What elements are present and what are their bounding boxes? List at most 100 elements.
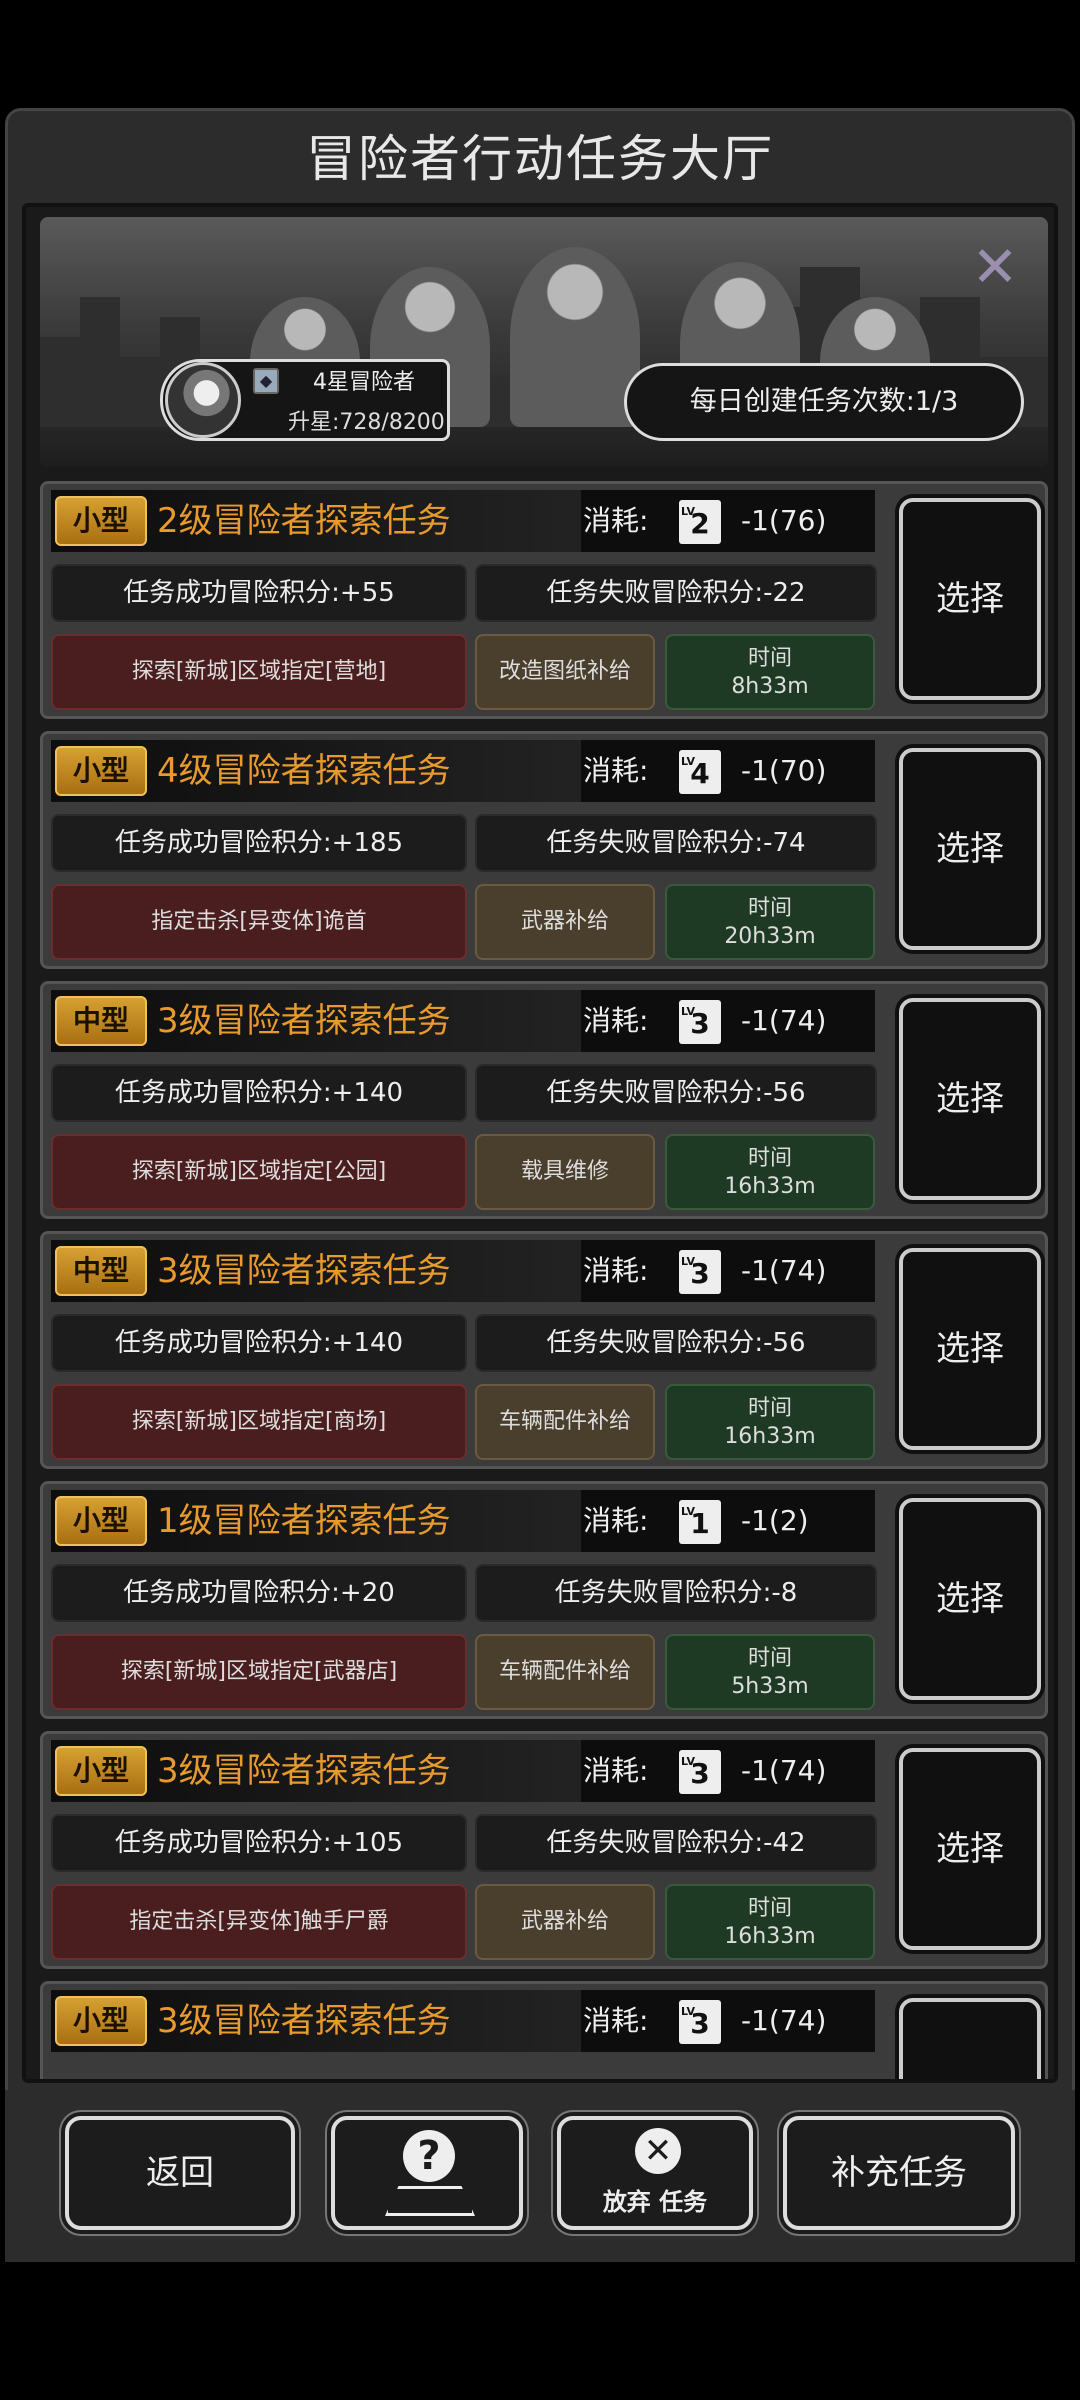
time-label: 时间: [747, 1646, 792, 1671]
cost-value: -1(2): [741, 1504, 809, 1537]
content-area: ✕ ◆ 4星冒险者 升星:728/8200 每日创建任务次数:1/3 小型 2级…: [22, 203, 1058, 2083]
bottom-bar: 返回 ? ✕ 放弃 任务 补充任务: [5, 2090, 1075, 2262]
back-button[interactable]: 返回: [65, 2116, 295, 2230]
cost-label: 消耗:: [583, 1004, 649, 1037]
task-target: 指定击杀[异变体]诡首: [51, 884, 467, 960]
time-label: 时间: [747, 646, 792, 671]
supply-task-button[interactable]: 补充任务: [783, 2116, 1015, 2230]
task-reward: 车辆配件补给: [475, 1634, 655, 1710]
cost-value: -1(74): [741, 1754, 827, 1787]
cost-label: 消耗:: [583, 2004, 649, 2037]
task-target: 探索[新城]区域指定[营地]: [51, 634, 467, 710]
task-header: 小型 1级冒险者探索任务 消耗: LV 1 -1(2): [51, 1490, 875, 1552]
cost-label: 消耗:: [583, 1754, 649, 1787]
task-size-badge: 小型: [55, 746, 147, 796]
cost-label: 消耗:: [583, 1504, 649, 1537]
task-size-badge: 小型: [55, 1746, 147, 1796]
level-card-icon: LV 3: [679, 2000, 721, 2044]
task-target: 指定击杀[异变体]触手尸爵: [51, 1884, 467, 1960]
question-icon: ?: [403, 2130, 455, 2182]
task-header: 中型 3级冒险者探索任务 消耗: LV 3 -1(74): [51, 1240, 875, 1302]
task-reward: 武器补给: [475, 1884, 655, 1960]
task-target: 探索[新城]区域指定[商场]: [51, 1384, 467, 1460]
task-size-badge: 小型: [55, 496, 147, 546]
task-title: 3级冒险者探索任务: [157, 2001, 451, 2041]
task-time: 时间 16h33m: [665, 1884, 875, 1960]
select-button[interactable]: 选择: [899, 748, 1041, 950]
select-button[interactable]: 选择: [899, 1498, 1041, 1700]
select-button[interactable]: 选择: [899, 498, 1041, 700]
time-value: 5h33m: [731, 1674, 809, 1699]
task-card: 小型 2级冒险者探索任务 消耗: LV 2 -1(76) 任务成功冒险积分:+55…: [40, 481, 1048, 719]
time-value: 16h33m: [724, 1174, 816, 1199]
time-value: 16h33m: [724, 1924, 816, 1949]
help-button[interactable]: ?: [331, 2116, 523, 2230]
task-card: 小型 4级冒险者探索任务 消耗: LV 4 -1(70) 任务成功冒险积分:+18…: [40, 731, 1048, 969]
success-points: 任务成功冒险积分:+55: [51, 564, 467, 622]
task-reward: 载具维修: [475, 1134, 655, 1210]
time-value: 20h33m: [724, 924, 816, 949]
time-value: 8h33m: [731, 674, 809, 699]
cost-value: -1(70): [741, 754, 827, 787]
cost-label: 消耗:: [583, 1254, 649, 1287]
task-list[interactable]: 小型 2级冒险者探索任务 消耗: LV 2 -1(76) 任务成功冒险积分:+55…: [40, 481, 1048, 2079]
cost-value: -1(76): [741, 504, 827, 537]
success-points: 任务成功冒险积分:+20: [51, 1564, 467, 1622]
fail-points: 任务失败冒险积分:-56: [475, 1314, 877, 1372]
select-button[interactable]: 选择: [899, 998, 1041, 1200]
cost-value: -1(74): [741, 1254, 827, 1287]
task-reward: 改造图纸补给: [475, 634, 655, 710]
fail-points: 任务失败冒险积分:-8: [475, 1564, 877, 1622]
fail-points: 任务失败冒险积分:-22: [475, 564, 877, 622]
select-button[interactable]: 选择: [899, 1248, 1041, 1450]
time-label: 时间: [747, 896, 792, 921]
rank-gem-icon: ◆: [253, 368, 279, 394]
task-card: 中型 3级冒险者探索任务 消耗: LV 3 -1(74) 任务成功冒险积分:+14…: [40, 981, 1048, 1219]
task-header: 小型 4级冒险者探索任务 消耗: LV 4 -1(70): [51, 740, 875, 802]
character-figure: [510, 247, 640, 427]
level-card-icon: LV 3: [679, 1750, 721, 1794]
task-title: 2级冒险者探索任务: [157, 501, 451, 541]
select-button[interactable]: 选择: [899, 1748, 1041, 1950]
task-time: 时间 5h33m: [665, 1634, 875, 1710]
fail-points: 任务失败冒险积分:-74: [475, 814, 877, 872]
level-card-icon: LV 1: [679, 1500, 721, 1544]
daily-create-count: 每日创建任务次数:1/3: [624, 363, 1024, 441]
task-time: 时间 8h33m: [665, 634, 875, 710]
task-time: 时间 16h33m: [665, 1134, 875, 1210]
task-title: 3级冒险者探索任务: [157, 1251, 451, 1291]
task-reward: 武器补给: [475, 884, 655, 960]
abandon-label: 放弃 任务: [602, 2188, 708, 2216]
task-title: 3级冒险者探索任务: [157, 1751, 451, 1791]
abandon-task-button[interactable]: ✕ 放弃 任务: [557, 2116, 753, 2230]
player-rank-box: ◆ 4星冒险者 升星:728/8200: [160, 359, 450, 441]
task-title: 3级冒险者探索任务: [157, 1001, 451, 1041]
select-button[interactable]: [899, 1998, 1041, 2079]
cost-label: 消耗:: [583, 754, 649, 787]
task-card: 小型 1级冒险者探索任务 消耗: LV 1 -1(2) 任务成功冒险积分:+20 …: [40, 1481, 1048, 1719]
map-base-icon: [385, 2186, 475, 2216]
task-time: 时间 16h33m: [665, 1384, 875, 1460]
task-target: 探索[新城]区域指定[公园]: [51, 1134, 467, 1210]
fail-points: 任务失败冒险积分:-42: [475, 1814, 877, 1872]
task-size-badge: 中型: [55, 996, 147, 1046]
level-card-icon: LV 4: [679, 750, 721, 794]
cost-value: -1(74): [741, 1004, 827, 1037]
task-card: 中型 3级冒险者探索任务 消耗: LV 3 -1(74) 任务成功冒险积分:+14…: [40, 1231, 1048, 1469]
level-card-icon: LV 3: [679, 1250, 721, 1294]
avatar[interactable]: [165, 362, 241, 438]
adventurer-banner: ✕ ◆ 4星冒险者 升星:728/8200 每日创建任务次数:1/3: [40, 217, 1048, 467]
time-label: 时间: [747, 1896, 792, 1921]
fail-points: 任务失败冒险积分:-56: [475, 1064, 877, 1122]
task-reward: 车辆配件补给: [475, 1384, 655, 1460]
time-label: 时间: [747, 1146, 792, 1171]
success-points: 任务成功冒险积分:+140: [51, 1064, 467, 1122]
task-time: 时间 20h33m: [665, 884, 875, 960]
guild-emblem-icon: ✕: [971, 235, 1019, 300]
player-rank: 4星冒险者: [313, 370, 415, 395]
task-hall-panel: 冒险者行动任务大厅 ✕ ◆ 4星冒险者 升星:728/8200 每日创建任务次数…: [5, 108, 1075, 2258]
task-header: 小型 3级冒险者探索任务 消耗: LV 3 -1(74): [51, 1740, 875, 1802]
cost-label: 消耗:: [583, 504, 649, 537]
task-header: 小型 2级冒险者探索任务 消耗: LV 2 -1(76): [51, 490, 875, 552]
task-card: 小型 3级冒险者探索任务 消耗: LV 3 -1(74) 任务成功冒险积分:+10…: [40, 1731, 1048, 1969]
